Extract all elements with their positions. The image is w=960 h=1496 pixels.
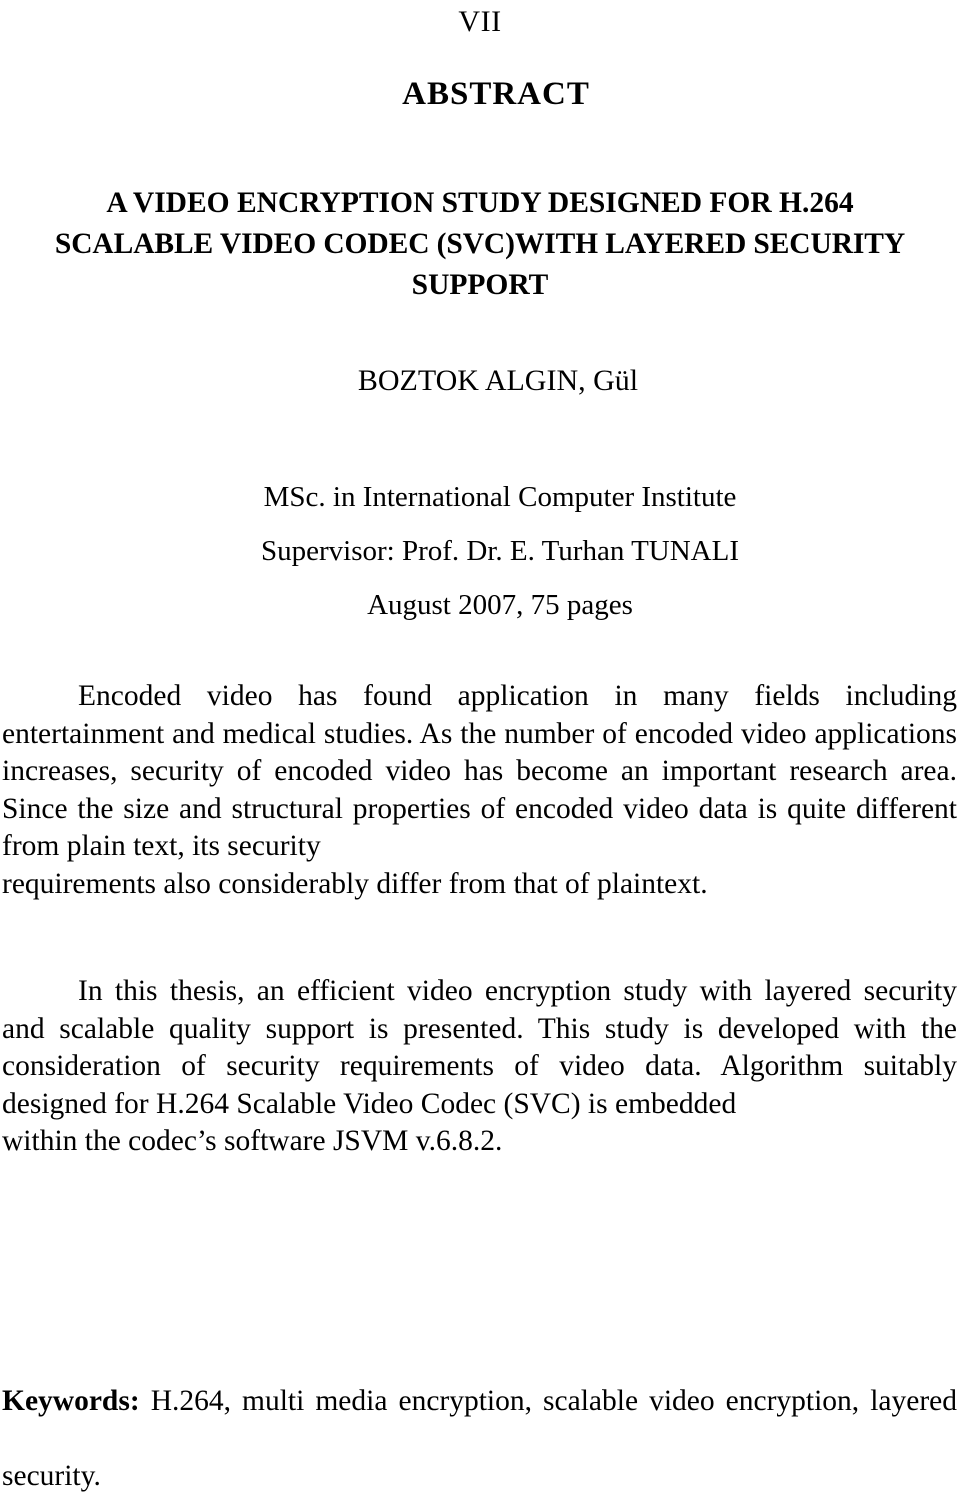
abstract-paragraph-1: Encoded video has found application in m… [2,678,957,941]
page-title: ABSTRACT [402,76,590,112]
keywords-values-line-1: H.264, multi media encryption, scalable … [150,1385,958,1417]
thesis-title-line-2: SCALABLE VIDEO CODEC (SVC)WITH LAYERED S… [54,228,906,260]
thesis-title: A VIDEO ENCRYPTION STUDY DESIGNED FOR H.… [6,183,954,306]
thesis-metadata: MSc. in International Computer Institute… [0,470,960,632]
abstract-paragraph-2-text: In this thesis, an efficient video encry… [2,975,957,1120]
abstract-paragraph-1-text: Encoded video has found application in m… [2,680,957,862]
abstract-page: VII ABSTRACT A VIDEO ENCRYPTION STUDY DE… [0,0,960,1492]
thesis-title-line-1: A VIDEO ENCRYPTION STUDY DESIGNED FOR H.… [106,187,854,219]
keywords-line-1: Keywords: H.264, multi media encryption,… [2,1383,957,1458]
abstract-paragraph-2-last-line: within the codec’s software JSVM v.6.8.2… [2,1125,503,1157]
keywords-label: Keywords: [2,1385,140,1417]
abstract-paragraph-2: In this thesis, an efficient video encry… [2,973,957,1198]
date-and-pages: August 2007, 75 pages [367,589,633,621]
thesis-title-line-3: SUPPORT [411,269,549,301]
author-name: BOZTOK ALGIN, Gül [357,364,639,397]
keywords-block: Keywords: H.264, multi media encryption,… [2,1383,957,1496]
degree-program: MSc. in International Computer Institute [263,481,737,513]
keywords-values-line-2: security. [2,1460,101,1492]
abstract-paragraph-1-last-line: requirements also considerably differ fr… [2,867,708,900]
supervisor: Supervisor: Prof. Dr. E. Turhan TUNALI [261,535,739,567]
page-number: VII [458,5,502,38]
